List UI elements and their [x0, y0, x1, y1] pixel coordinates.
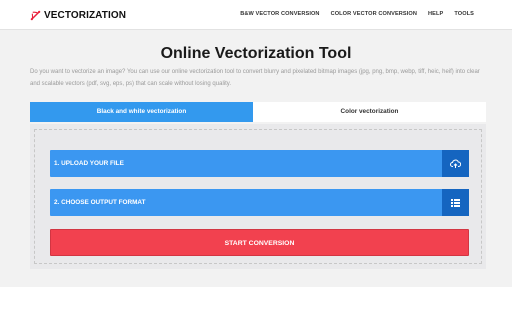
tab-color[interactable]: Color vectorization — [253, 102, 486, 122]
conversion-panel: 1. UPLOAD YOUR FILE 2. CHOOSE OUTPUT FOR… — [30, 124, 486, 269]
nav-item-help[interactable]: HELP — [428, 11, 443, 17]
page-description: Do you want to vectorize an image? You c… — [30, 69, 480, 87]
start-conversion-button[interactable]: START CONVERSION — [50, 229, 469, 256]
vectorization-logo-icon — [30, 10, 41, 20]
upload-icon-box[interactable] — [442, 150, 469, 177]
top-navbar: VECTORIZATION B&W VECTOR CONVERSION COLO… — [0, 0, 512, 30]
conversion-dropzone[interactable]: 1. UPLOAD YOUR FILE 2. CHOOSE OUTPUT FOR… — [34, 129, 482, 264]
nav-item-tools[interactable]: TOOLS — [454, 11, 474, 17]
nav-links: B&W VECTOR CONVERSION COLOR VECTOR CONVE… — [240, 11, 474, 17]
upload-file-label: 1. UPLOAD YOUR FILE — [54, 160, 124, 167]
vectorization-tabs: Black and white vectorization Color vect… — [30, 102, 486, 122]
nav-item-bw-vector-conversion[interactable]: B&W VECTOR CONVERSION — [240, 11, 319, 17]
brand-name: VECTORIZATION — [44, 9, 127, 21]
tab-black-and-white[interactable]: Black and white vectorization — [30, 102, 253, 122]
format-icon-box[interactable] — [442, 189, 469, 216]
nav-item-color-vector-conversion[interactable]: COLOR VECTOR CONVERSION — [331, 11, 417, 17]
footer-strip — [0, 287, 512, 320]
page-title: Online Vectorization Tool — [160, 45, 352, 62]
cloud-upload-icon — [450, 159, 461, 168]
choose-output-format-label: 2. CHOOSE OUTPUT FORMAT — [54, 199, 146, 206]
upload-file-button[interactable]: 1. UPLOAD YOUR FILE — [50, 150, 469, 177]
list-icon — [451, 198, 460, 207]
brand-logo[interactable]: VECTORIZATION — [30, 9, 126, 21]
choose-output-format-button[interactable]: 2. CHOOSE OUTPUT FORMAT — [50, 189, 469, 216]
